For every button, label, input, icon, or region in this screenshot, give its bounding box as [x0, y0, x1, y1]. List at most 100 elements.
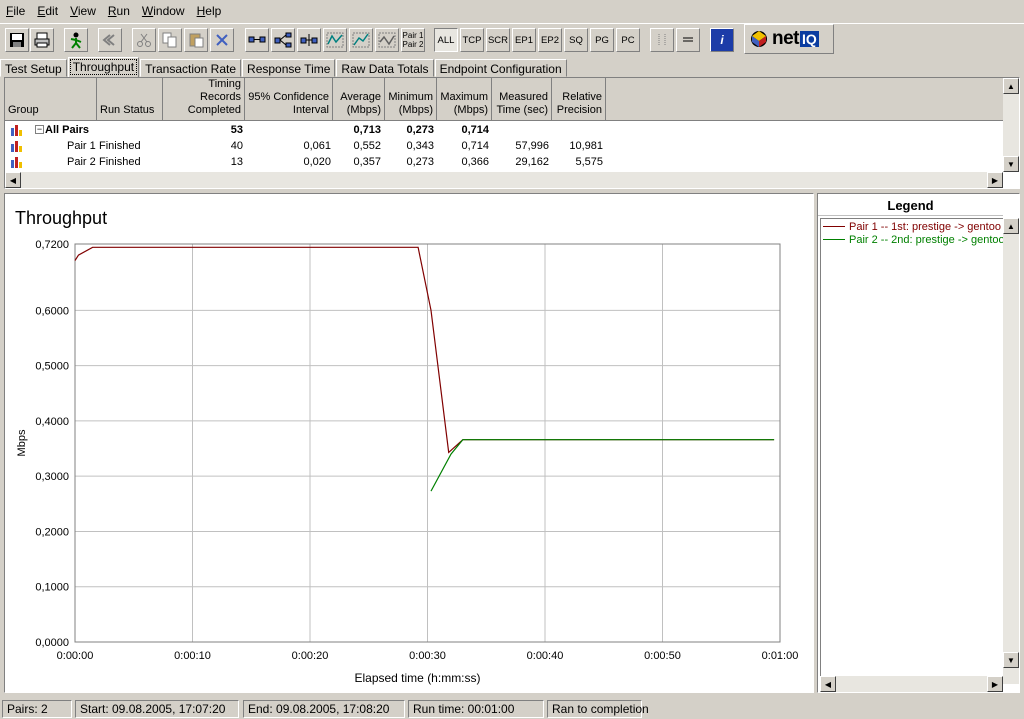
- list-icon[interactable]: [676, 28, 700, 52]
- y-axis-label: Mbps: [16, 429, 28, 456]
- columns-icon[interactable]: [650, 28, 674, 52]
- status-bar: Pairs: 2 Start: 09.08.2005, 17:07:20 End…: [0, 699, 1024, 719]
- tab-test-setup[interactable]: Test Setup: [0, 59, 67, 77]
- menu-file[interactable]: File: [0, 4, 31, 18]
- scroll-left-button[interactable]: ◀: [5, 172, 21, 188]
- filter-ep2-button[interactable]: EP2: [538, 28, 562, 52]
- legend-entry-pair-1[interactable]: Pair 1 -- 1st: prestige -> gentoo: [823, 220, 1001, 233]
- filter-scr-button[interactable]: SCR: [486, 28, 510, 52]
- legend-horizontal-scrollbar[interactable]: ◀ ▶: [820, 676, 1003, 692]
- save-icon[interactable]: [5, 28, 29, 52]
- legend-scroll-right-button[interactable]: ▶: [987, 676, 1003, 692]
- x-axis-label: Elapsed time (h:mm:ss): [354, 671, 480, 685]
- back-icon[interactable]: [98, 28, 122, 52]
- menu-run[interactable]: Run: [102, 4, 136, 18]
- menu-edit[interactable]: Edit: [31, 4, 64, 18]
- throughput-chart: 0,0000 0,1000 0,2000 0,3000 0,4000 0,5000 0,60…: [16, 239, 799, 685]
- cell-relative-precision: 5,575: [575, 156, 603, 168]
- multicast-icon[interactable]: [271, 28, 295, 52]
- header-maximum[interactable]: Maximum (Mbps): [437, 78, 492, 121]
- pair-label-1: Pair 1: [402, 31, 424, 40]
- tab-strip: Test Setup Throughput Transaction Rate R…: [0, 57, 568, 77]
- scroll-down-button[interactable]: ▼: [1003, 156, 1019, 172]
- x-tick-label: 0:00:40: [527, 650, 564, 662]
- table-row-pair-1[interactable]: Pair 1 Finished 40 0,061 0,552 0,343 0,7…: [5, 138, 1005, 154]
- tab-transaction-rate[interactable]: Transaction Rate: [140, 59, 242, 77]
- legend-swatch-pair-1: [823, 226, 845, 227]
- results-grid: Group Run Status Timing Records Completed…: [4, 77, 1020, 189]
- header-relative-precision[interactable]: Relative Precision: [552, 78, 606, 121]
- series-line-pair-2: [430, 439, 775, 492]
- status-pairs: Pairs: 2: [2, 700, 72, 718]
- info-icon[interactable]: i: [710, 28, 734, 52]
- legend-scroll-left-button[interactable]: ◀: [820, 676, 836, 692]
- run-icon[interactable]: [64, 28, 88, 52]
- graph-3-icon[interactable]: [375, 28, 399, 52]
- cell-average: 0,713: [353, 124, 381, 136]
- filter-tcp-button[interactable]: TCP: [460, 28, 484, 52]
- netiq-logo-icon: [751, 31, 767, 47]
- grid-vertical-scrollbar[interactable]: ▲ ▼: [1003, 78, 1019, 172]
- filter-sq-button[interactable]: SQ: [564, 28, 588, 52]
- header-group[interactable]: Group: [5, 78, 97, 121]
- header-run-status[interactable]: Run Status: [97, 78, 163, 121]
- menu-help[interactable]: Help: [191, 4, 228, 18]
- header-minimum[interactable]: Minimum (Mbps): [385, 78, 437, 121]
- x-tick-label: 0:01:00: [762, 650, 799, 662]
- copy-icon[interactable]: [158, 28, 182, 52]
- y-tick-label: 0,5000: [35, 361, 69, 373]
- cell-confidence-interval: 0,061: [303, 140, 331, 152]
- legend-scroll-down-button[interactable]: ▼: [1003, 652, 1019, 668]
- menu-view[interactable]: View: [64, 4, 102, 18]
- split-icon[interactable]: [297, 28, 321, 52]
- cell-group: Pair 1: [67, 140, 96, 152]
- legend-label-pair-2: Pair 2 -- 2nd: prestige -> gentoo: [849, 233, 1005, 246]
- filter-all-button[interactable]: ALL: [434, 28, 458, 52]
- header-average[interactable]: Average (Mbps): [333, 78, 385, 121]
- pair-icon[interactable]: [245, 28, 269, 52]
- x-tick-label: 0:00:30: [409, 650, 446, 662]
- filter-ep1-button[interactable]: EP1: [512, 28, 536, 52]
- header-confidence-interval[interactable]: 95% Confidence Interval: [245, 78, 333, 121]
- menu-window[interactable]: Window: [136, 4, 191, 18]
- y-tick-label: 0,4000: [35, 416, 69, 428]
- legend-title: Legend: [818, 195, 1003, 216]
- cell-records: 40: [230, 140, 243, 152]
- legend-label-pair-1: Pair 1 -- 1st: prestige -> gentoo: [849, 220, 1001, 233]
- group-icon: [11, 125, 24, 136]
- cell-records: 13: [230, 156, 243, 168]
- table-row-pair-2[interactable]: Pair 2 Finished 13 0,020 0,357 0,273 0,3…: [5, 154, 1005, 170]
- legend-vertical-scrollbar[interactable]: ▲ ▼: [1003, 218, 1019, 684]
- legend-entry-pair-2[interactable]: Pair 2 -- 2nd: prestige -> gentoo: [823, 233, 1005, 246]
- filter-pg-button[interactable]: PG: [590, 28, 614, 52]
- graph-2-icon[interactable]: [349, 28, 373, 52]
- scroll-right-button[interactable]: ▶: [987, 172, 1003, 188]
- header-measured-time[interactable]: Measured Time (sec): [492, 78, 552, 121]
- graph-1-icon[interactable]: [323, 28, 347, 52]
- filter-pc-button[interactable]: PC: [616, 28, 640, 52]
- tab-throughput[interactable]: Throughput: [67, 57, 140, 77]
- collapse-icon[interactable]: −: [35, 125, 44, 134]
- cell-group: All Pairs: [45, 124, 90, 136]
- paste-icon[interactable]: [184, 28, 208, 52]
- cell-maximum: 0,366: [461, 156, 489, 168]
- legend-scroll-up-button[interactable]: ▲: [1003, 218, 1019, 234]
- print-icon[interactable]: [30, 28, 54, 52]
- cell-measured-time: 57,996: [515, 140, 549, 152]
- status-runtime: Run time: 00:01:00: [408, 700, 544, 718]
- cell-measured-time: 29,162: [515, 156, 549, 168]
- pair-selector-button[interactable]: Pair 1 Pair 2: [401, 28, 425, 52]
- table-row-all-pairs[interactable]: − All Pairs 53 0,713 0,273 0,714: [5, 122, 1005, 138]
- scroll-up-button[interactable]: ▲: [1003, 78, 1019, 94]
- header-timing-records[interactable]: Timing Records Completed: [163, 78, 245, 121]
- tab-raw-data-totals[interactable]: Raw Data Totals: [336, 59, 434, 77]
- cut-icon[interactable]: [132, 28, 156, 52]
- grid-horizontal-scrollbar[interactable]: ◀ ▶: [5, 172, 1003, 188]
- menu-bar: File Edit View Run Window Help: [0, 0, 1024, 22]
- delete-icon[interactable]: [210, 28, 234, 52]
- tab-endpoint-configuration[interactable]: Endpoint Configuration: [434, 59, 567, 77]
- y-tick-label: 0,0000: [35, 637, 69, 649]
- tab-response-time[interactable]: Response Time: [242, 59, 336, 77]
- logo-suffix: IQ: [800, 31, 819, 47]
- toolbar: Pair 1 Pair 2 ALL TCP SCR EP1 EP2 SQ PG …: [0, 23, 1024, 55]
